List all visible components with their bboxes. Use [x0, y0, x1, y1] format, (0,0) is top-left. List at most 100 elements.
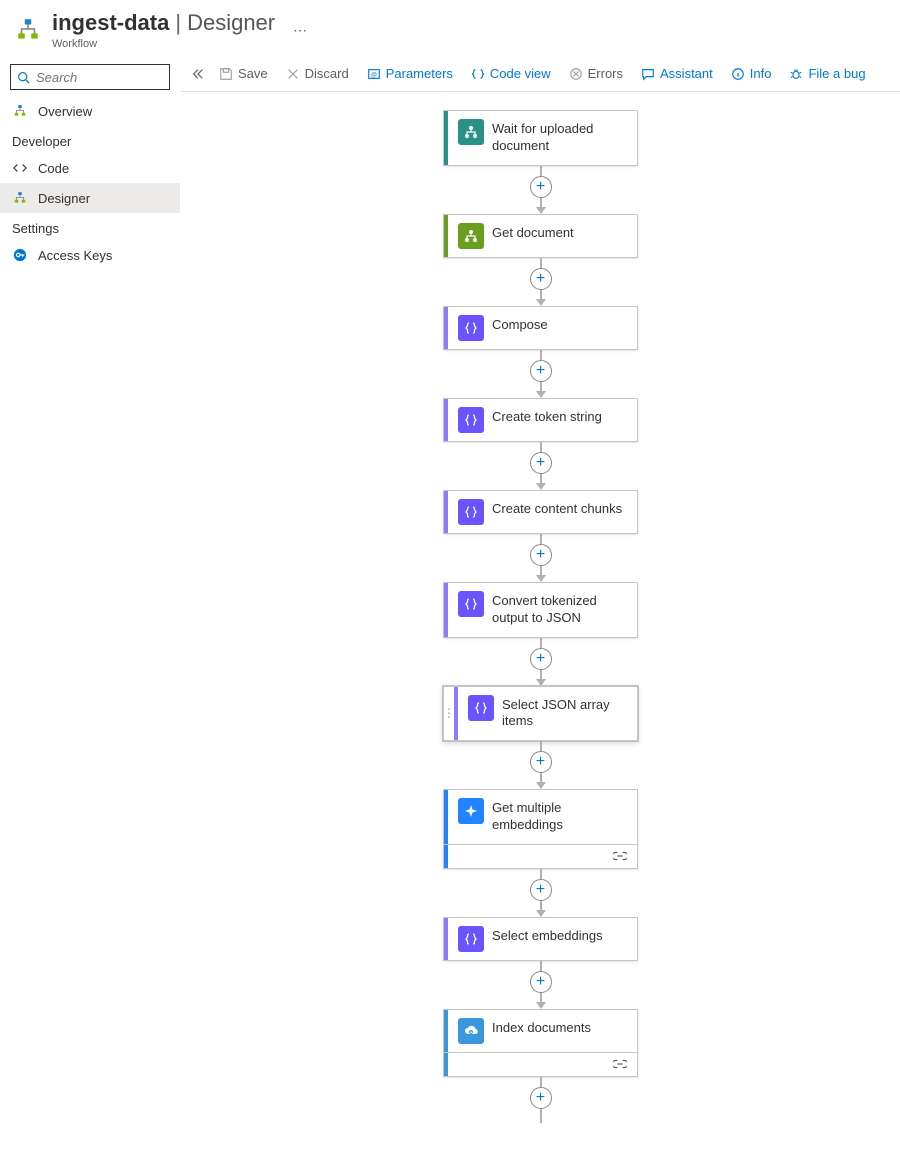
add-step-button[interactable]: +	[530, 268, 552, 290]
connector: +	[530, 961, 552, 1009]
node-label: Compose	[492, 307, 637, 349]
assistant-button[interactable]: Assistant	[633, 62, 721, 85]
node-footer[interactable]	[443, 1053, 638, 1077]
designer-canvas[interactable]: Wait for uploaded document + Get document +…	[181, 92, 900, 1153]
discard-icon	[286, 67, 300, 81]
node-label: Select embeddings	[492, 918, 637, 960]
node-icon	[458, 1018, 484, 1044]
errors-button[interactable]: Errors	[561, 62, 631, 85]
toolbar: Save Discard @ Parameters Code view Erro…	[181, 56, 900, 92]
add-step-button[interactable]: +	[530, 971, 552, 993]
add-step-button[interactable]: +	[530, 452, 552, 474]
code-icon	[471, 67, 485, 81]
connector: +	[530, 258, 552, 306]
connector: +	[530, 741, 552, 789]
node-icon	[458, 119, 484, 145]
link-icon	[603, 1053, 637, 1076]
parameters-button[interactable]: @ Parameters	[359, 62, 461, 85]
sidebar-item-label: Designer	[38, 191, 90, 206]
save-button[interactable]: Save	[211, 62, 276, 85]
key-icon	[12, 247, 28, 263]
node-icon	[458, 223, 484, 249]
add-step-button[interactable]: +	[530, 360, 552, 382]
node-icon	[458, 798, 484, 824]
chat-icon	[641, 67, 655, 81]
parameters-icon: @	[367, 67, 381, 81]
node-icon	[458, 407, 484, 433]
bug-button[interactable]: File a bug	[781, 62, 873, 85]
workflow-node[interactable]: ⋮ Select JSON array items	[443, 686, 638, 742]
workflow-node[interactable]: Wait for uploaded document	[443, 110, 638, 166]
node-accent	[444, 491, 448, 533]
connector: +	[530, 442, 552, 490]
connector: +	[530, 1077, 552, 1123]
add-step-button[interactable]: +	[530, 176, 552, 198]
connector: +	[530, 350, 552, 398]
discard-button[interactable]: Discard	[278, 62, 357, 85]
drag-handle-icon[interactable]: ⋮	[444, 687, 454, 741]
workflow-node[interactable]: Create content chunks	[443, 490, 638, 534]
errors-icon	[569, 67, 583, 81]
node-label: Index documents	[492, 1010, 637, 1052]
node-accent	[444, 111, 448, 165]
workflow-node[interactable]: Select embeddings	[443, 917, 638, 961]
node-label: Get multiple embeddings	[492, 790, 637, 844]
designer-icon	[12, 190, 28, 206]
collapse-sidebar-button[interactable]	[187, 63, 209, 85]
connector: +	[530, 166, 552, 214]
node-accent	[444, 1010, 448, 1052]
add-step-button[interactable]: +	[530, 751, 552, 773]
workflow-node[interactable]: Index documents	[443, 1009, 638, 1053]
node-label: Wait for uploaded document	[492, 111, 637, 165]
info-icon	[731, 67, 745, 81]
more-button[interactable]: ⋯	[293, 22, 307, 39]
save-icon	[219, 67, 233, 81]
nav-group-settings: Settings	[0, 213, 180, 240]
node-label: Get document	[492, 215, 637, 257]
add-step-button[interactable]: +	[530, 648, 552, 670]
node-footer[interactable]	[443, 845, 638, 869]
add-step-button[interactable]: +	[530, 544, 552, 566]
add-step-button[interactable]: +	[530, 879, 552, 901]
node-accent	[444, 918, 448, 960]
workflow-node[interactable]: Get multiple embeddings	[443, 789, 638, 845]
workflow-node[interactable]: Convert tokenized output to JSON	[443, 582, 638, 638]
sidebar-item-label: Access Keys	[38, 248, 112, 263]
search-input[interactable]	[36, 70, 163, 85]
bug-icon	[789, 67, 803, 81]
sidebar-item-code[interactable]: Code	[0, 153, 180, 183]
node-label: Convert tokenized output to JSON	[492, 583, 637, 637]
node-icon	[458, 499, 484, 525]
nav-group-developer: Developer	[0, 126, 180, 153]
svg-text:@: @	[371, 71, 377, 78]
node-accent	[444, 399, 448, 441]
breadcrumb: Workflow	[52, 38, 275, 50]
workflow-icon	[14, 16, 42, 44]
workflow-icon	[12, 103, 28, 119]
node-accent	[444, 790, 448, 844]
info-button[interactable]: Info	[723, 62, 780, 85]
sidebar: Overview Developer Code Designer Setting…	[0, 56, 180, 1153]
codeview-button[interactable]: Code view	[463, 62, 559, 85]
link-icon	[603, 845, 637, 868]
sidebar-item-designer[interactable]: Designer	[0, 183, 180, 213]
sidebar-item-label: Code	[38, 161, 69, 176]
add-step-button[interactable]: +	[530, 1087, 552, 1109]
node-accent	[444, 215, 448, 257]
connector: +	[530, 869, 552, 917]
code-icon	[12, 160, 28, 176]
chevron-double-left-icon	[191, 67, 205, 81]
node-icon	[468, 695, 494, 721]
node-icon	[458, 315, 484, 341]
node-accent	[444, 583, 448, 637]
sidebar-item-access-keys[interactable]: Access Keys	[0, 240, 180, 270]
workflow-node[interactable]: Create token string	[443, 398, 638, 442]
workflow-node[interactable]: Compose	[443, 306, 638, 350]
sidebar-item-label: Overview	[38, 104, 92, 119]
search-icon	[17, 71, 30, 84]
sidebar-item-overview[interactable]: Overview	[0, 96, 180, 126]
node-accent	[444, 307, 448, 349]
node-label: Select JSON array items	[502, 687, 637, 741]
search-box[interactable]	[10, 64, 170, 90]
workflow-node[interactable]: Get document	[443, 214, 638, 258]
